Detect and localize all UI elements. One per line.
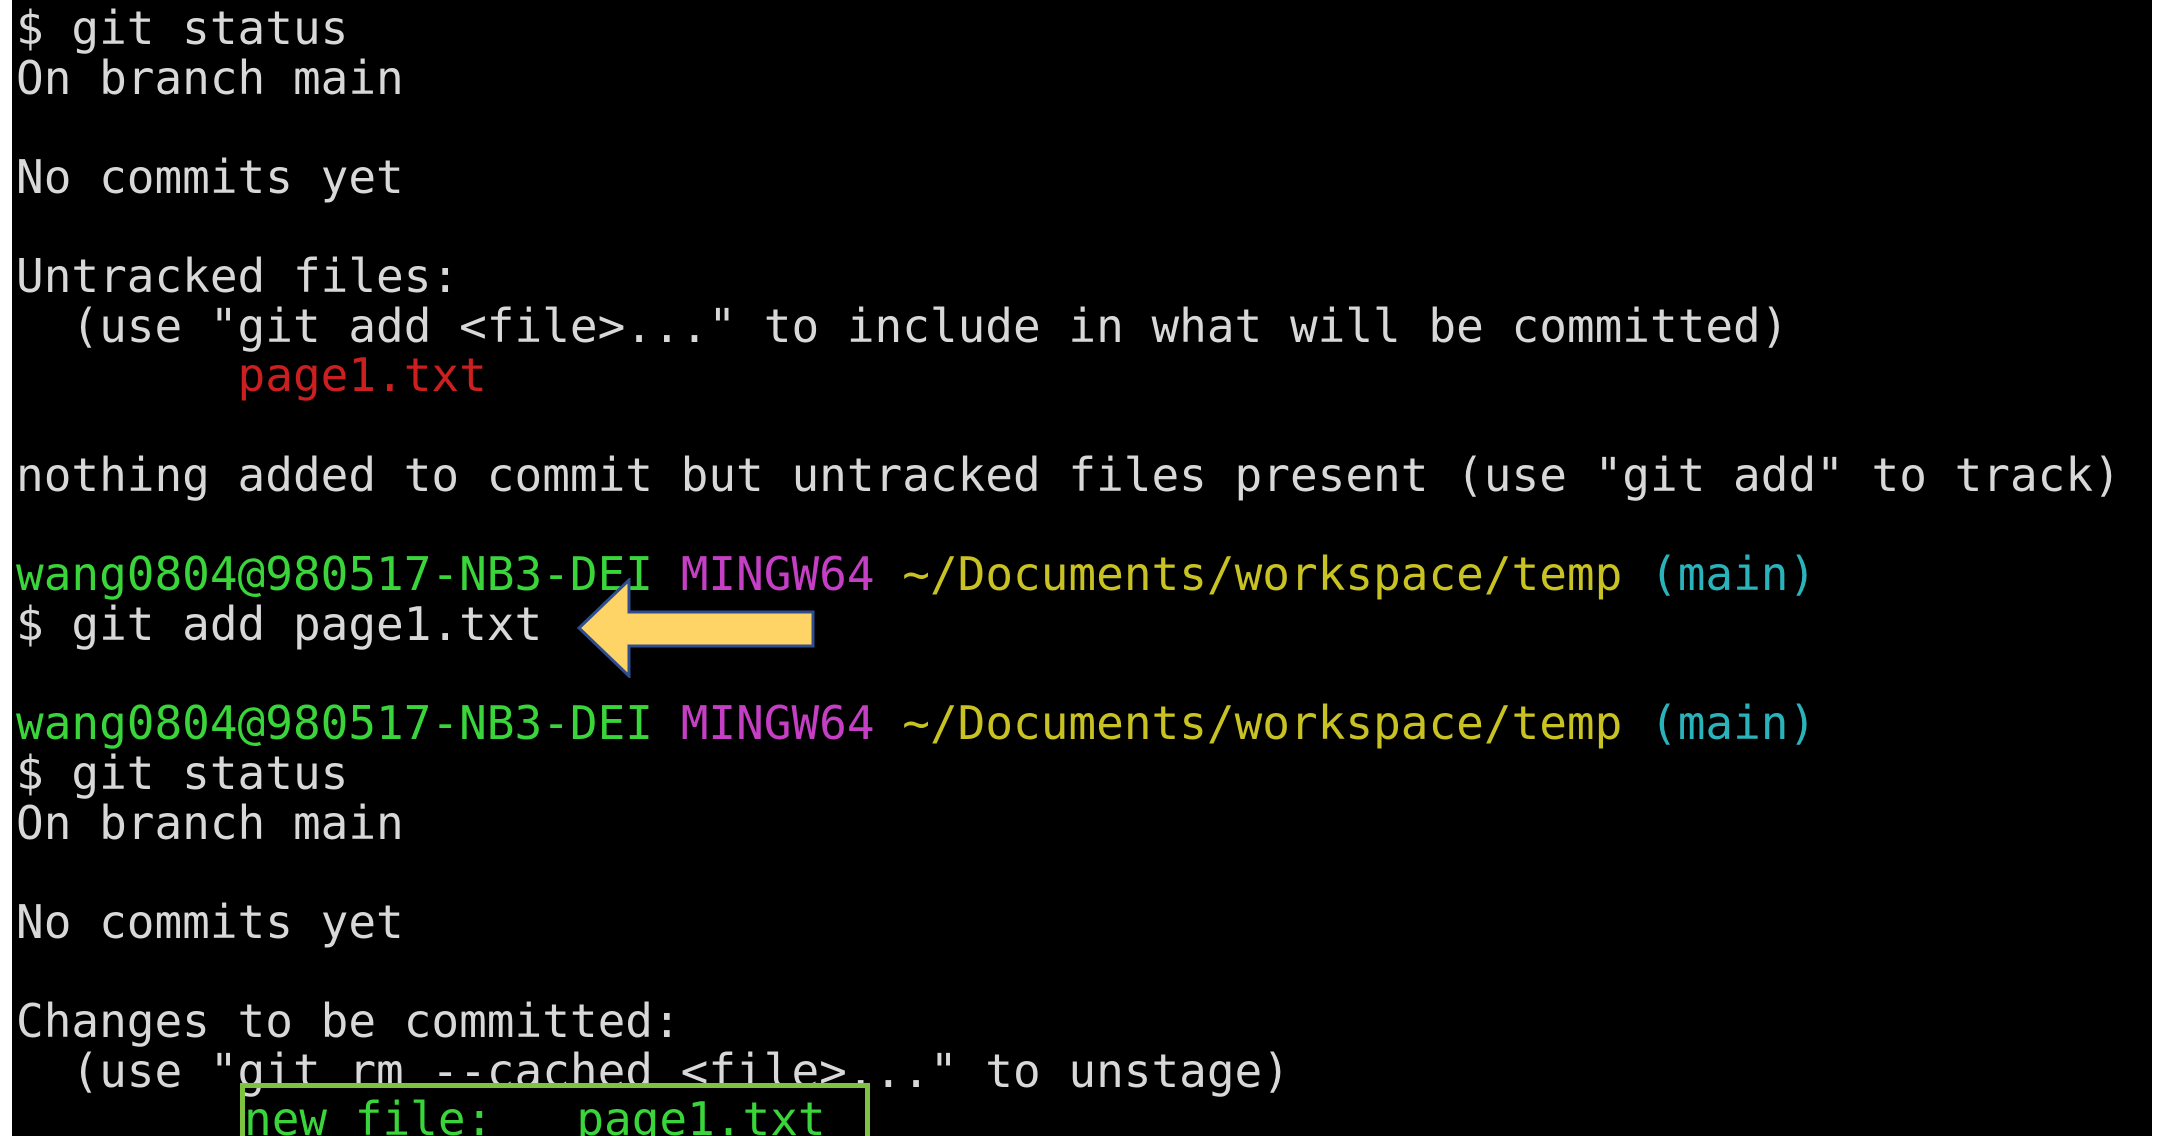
output-line: nothing added to commit but untracked fi… xyxy=(16,448,2121,502)
output-line: Untracked files: xyxy=(16,249,460,303)
command-line: $ git add page1.txt xyxy=(16,597,543,651)
output-line: Changes to be committed: xyxy=(16,994,681,1048)
command-line: $ git status xyxy=(16,746,349,800)
prompt-path: ~/Documents/workspace/temp xyxy=(902,696,1623,750)
prompt-branch: (main) xyxy=(1650,696,1817,750)
output-line: No commits yet xyxy=(16,150,404,204)
prompt-user: wang0804@980517-NB3-DEI xyxy=(16,547,653,601)
staged-file-highlight-box xyxy=(240,1083,870,1136)
terminal-window[interactable]: $ git status On branch main No commits y… xyxy=(12,0,2152,1136)
arrow-shape xyxy=(577,578,815,678)
prompt-path: ~/Documents/workspace/temp xyxy=(902,547,1623,601)
output-line: On branch main xyxy=(16,51,404,105)
output-line: On branch main xyxy=(16,796,404,850)
prompt-system: MINGW64 xyxy=(680,696,875,750)
prompt-line: wang0804@980517-NB3-DEI MINGW64 ~/Docume… xyxy=(16,549,1816,599)
prompt-branch: (main) xyxy=(1650,547,1817,601)
prompt-line: wang0804@980517-NB3-DEI MINGW64 ~/Docume… xyxy=(16,698,1816,748)
arrow-left-icon xyxy=(577,578,815,678)
prompt-user: wang0804@980517-NB3-DEI xyxy=(16,696,653,750)
output-line: No commits yet xyxy=(16,895,404,949)
command-line: $ git status xyxy=(16,1,349,55)
output-line: (use "git add <file>..." to include in w… xyxy=(16,299,1789,353)
untracked-file-line: page1.txt xyxy=(16,348,487,402)
